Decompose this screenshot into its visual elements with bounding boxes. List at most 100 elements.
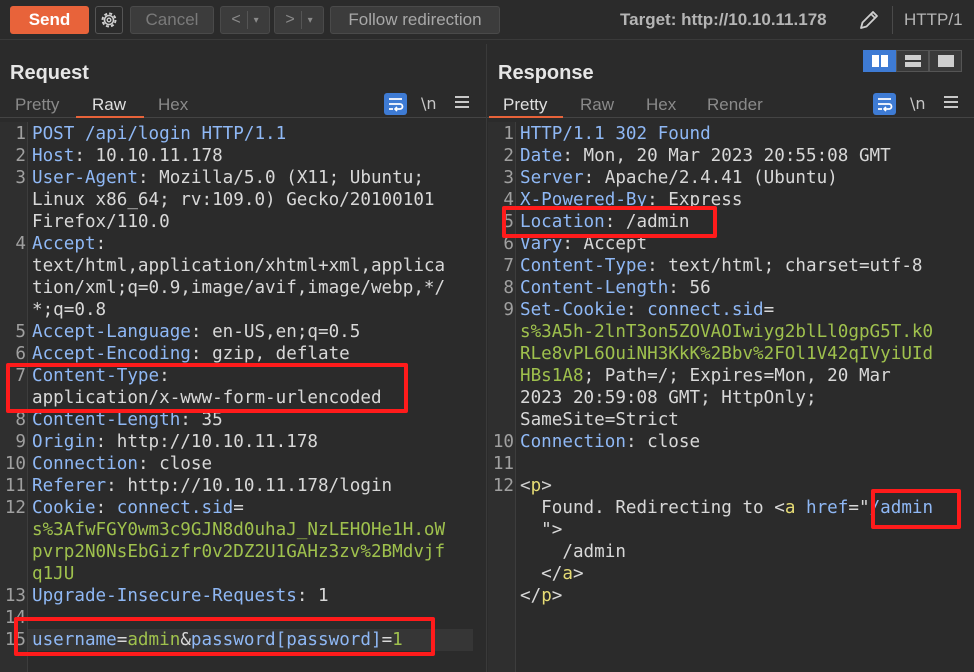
code-token: connect.sid — [647, 300, 764, 320]
response-tab-raw[interactable]: Raw — [580, 95, 614, 115]
gear-icon — [101, 12, 117, 28]
code-token: Server — [520, 168, 584, 188]
code-text: Content-Length: 56 — [520, 277, 711, 299]
code-token: : — [95, 234, 107, 254]
layout-toggle — [863, 50, 963, 72]
layout-tabs-button[interactable] — [929, 50, 962, 72]
pencil-icon — [860, 11, 878, 29]
code-token: q1JU — [32, 564, 75, 584]
line-number: 6 — [15, 344, 26, 364]
code-token: User-Agent — [32, 168, 138, 188]
code-token: </ — [520, 564, 563, 584]
single-pane-icon — [937, 55, 954, 67]
code-text: </a> — [520, 563, 583, 585]
line-number: 9 — [15, 432, 26, 452]
code-text: /admin — [520, 541, 626, 563]
code-token: Origin — [32, 432, 96, 452]
code-token: "> — [520, 520, 563, 540]
request-tab-hex[interactable]: Hex — [158, 95, 188, 115]
code-token: 2023 20:59:08 GMT; HttpOnly; — [520, 388, 817, 408]
code-token: Content-Length — [520, 278, 669, 298]
code-token: s%3A5h-2lnT3on5ZOVAOIwiyg2blLl0gpG5T.k0 — [520, 322, 934, 342]
highlight-body-params — [14, 617, 435, 656]
request-tab-pretty[interactable]: Pretty — [15, 95, 59, 115]
response-editor[interactable]: 1 HTTP/1.1 302 Found 2 Date: Mon, 20 Mar 20… — [488, 122, 974, 672]
line-number: 12 — [492, 476, 514, 496]
code-text: q1JU — [32, 563, 74, 585]
response-tabs: Pretty Raw Hex Render — [487, 92, 974, 118]
code-token: < — [520, 476, 531, 496]
request-tab-raw[interactable]: Raw — [92, 95, 126, 115]
line-number: 3 — [15, 168, 26, 188]
code-text: Connection: close — [32, 453, 212, 475]
highlight-location — [502, 206, 717, 238]
request-menu-icon[interactable] — [455, 96, 469, 110]
response-title: Response — [498, 62, 594, 84]
layout-stacked-button[interactable] — [896, 50, 929, 72]
forward-button[interactable]: > ▾ — [274, 6, 324, 34]
code-token: text/html,application/xhtml+xml,applica — [32, 256, 446, 276]
response-tab-render[interactable]: Render — [707, 95, 763, 115]
response-tab-pretty[interactable]: Pretty — [503, 95, 547, 115]
code-token: Date — [520, 146, 563, 166]
edit-target-button[interactable] — [856, 7, 882, 33]
code-text: HTTP/1.1 302 Found — [520, 123, 711, 145]
code-token: > — [551, 586, 563, 606]
code-text: Upgrade-Insecure-Requests: 1 — [32, 585, 329, 607]
code-token: : http://10.10.11.178 — [95, 432, 319, 452]
newline-toggle-icon[interactable]: \n — [910, 94, 926, 113]
code-token: Content-Type — [520, 256, 648, 276]
code-token: : text/html; charset=utf-8 — [647, 256, 923, 276]
code-token: : Mozilla/5.0 (X11; Ubuntu; — [137, 168, 424, 188]
code-token: *;q=0.8 — [32, 300, 107, 320]
code-token: HTTP/1.1 302 Found — [520, 124, 711, 144]
code-text: Referer: http://10.10.11.178/login — [32, 475, 392, 497]
code-token: Connection — [520, 432, 626, 452]
send-button[interactable]: Send — [10, 6, 89, 34]
code-token: Host — [32, 146, 75, 166]
code-text: Content-Type: text/html; charset=utf-8 — [520, 255, 923, 277]
chevron-down-icon[interactable]: ▾ — [254, 15, 259, 26]
active-tab-indicator — [76, 116, 144, 118]
request-wrap-toggle[interactable] — [384, 93, 407, 115]
response-tab-hex[interactable]: Hex — [646, 95, 676, 115]
code-token: : en-US,en;q=0.5 — [190, 322, 361, 342]
code-text: Connection: close — [520, 431, 700, 453]
code-token: tion/xml;q=0.9,image/avif,image/webp,*/ — [32, 278, 446, 298]
panel-divider[interactable] — [486, 44, 487, 672]
response-wrap-toggle[interactable] — [873, 93, 896, 115]
code-text: tion/xml;q=0.9,image/avif,image/webp,*/ — [32, 277, 445, 299]
highlight-href — [871, 489, 961, 529]
code-text: Accept: — [32, 233, 106, 255]
line-number: 12 — [4, 498, 26, 518]
code-token: p — [541, 586, 552, 606]
code-token: > — [541, 476, 552, 496]
line-number: 5 — [15, 322, 26, 342]
code-token: = — [233, 498, 244, 518]
code-text: pvrp2N0NsEbGizfr0v2DZ2U1GAHz3zv%2BMdvjf — [32, 541, 445, 563]
layout-side-by-side-button[interactable] — [863, 50, 896, 72]
line-number: 11 — [4, 476, 26, 496]
code-text: s%3A5h-2lnT3on5ZOVAOIwiyg2blLl0gpG5T.k0 — [520, 321, 933, 343]
response-menu-icon[interactable] — [944, 96, 958, 110]
code-text: Cookie: connect.sid= — [32, 497, 244, 519]
code-token: = — [763, 300, 775, 320]
code-text: text/html,application/xhtml+xml,applica — [32, 255, 445, 277]
back-button[interactable]: < ▾ — [220, 6, 270, 34]
code-text: POST /api/login HTTP/1.1 — [32, 123, 286, 145]
code-token: : gzip, deflate — [190, 344, 350, 364]
line-number: 13 — [4, 586, 26, 606]
chevron-down-icon[interactable]: ▾ — [308, 15, 313, 26]
rows-icon — [904, 55, 921, 67]
code-text: SameSite=Strict — [520, 409, 679, 431]
http-version-selector[interactable]: HTTP/1 — [904, 10, 963, 30]
code-text: 2023 20:59:08 GMT; HttpOnly; — [520, 387, 817, 409]
follow-redirection-button[interactable]: Follow redirection — [330, 6, 500, 34]
code-text: User-Agent: Mozilla/5.0 (X11; Ubuntu; — [32, 167, 424, 189]
newline-toggle-icon[interactable]: \n — [421, 94, 437, 113]
code-text: Linux x86_64; rv:109.0) Gecko/20100101 — [32, 189, 435, 211]
cancel-button[interactable]: Cancel — [130, 6, 214, 34]
code-text: Accept-Encoding: gzip, deflate — [32, 343, 350, 365]
settings-button[interactable] — [95, 6, 123, 34]
code-text: Firefox/110.0 — [32, 211, 170, 233]
